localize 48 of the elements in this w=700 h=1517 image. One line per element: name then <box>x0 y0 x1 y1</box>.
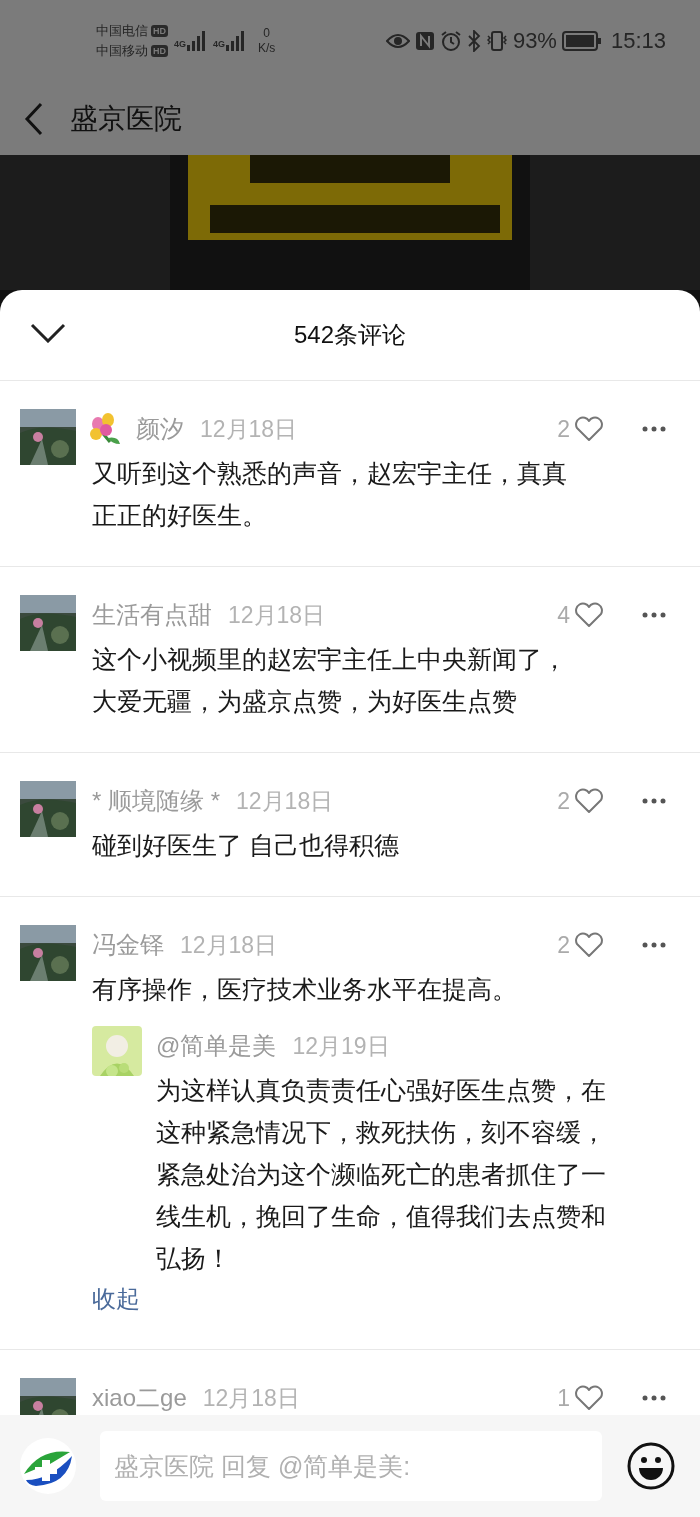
user-name[interactable]: @简单是美 <box>156 1030 277 1062</box>
signal-icon <box>187 31 207 51</box>
comment-date: 12月18日 <box>236 786 334 816</box>
clock-time: 15:13 <box>610 28 666 54</box>
eye-icon <box>385 33 410 49</box>
battery-percent: 93% <box>512 28 557 54</box>
comments-count-title: 542条评论 <box>293 320 406 350</box>
hd-badge: HD <box>151 45 168 57</box>
comment-text: 碰到好医生了 自己也得积德 <box>92 830 400 861</box>
more-button[interactable] <box>642 798 666 804</box>
hd-badge: HD <box>151 25 168 37</box>
speed-unit: K/s <box>258 41 276 56</box>
carrier-name: 中国电信 <box>96 22 148 40</box>
back-button[interactable] <box>24 101 44 136</box>
carrier-name: 中国移动 <box>96 42 148 60</box>
nfc-icon <box>414 31 435 51</box>
user-name[interactable]: 冯金铎 <box>92 929 164 961</box>
comment-text: 有序操作，医疗技术业务水平在提高。 <box>92 974 518 1005</box>
reply-input-field[interactable]: 盛京医院 回复 @简单是美: <box>100 1431 602 1501</box>
user-name[interactable]: xiao二ge <box>92 1382 187 1414</box>
more-button[interactable] <box>642 426 666 432</box>
comment-date: 12月18日 <box>228 600 326 630</box>
comment-date: 12月18日 <box>200 414 298 444</box>
network-type: 4G <box>174 39 186 49</box>
user-name[interactable]: 生活有点甜 <box>92 599 212 631</box>
battery-icon <box>561 31 602 51</box>
alarm-icon <box>439 30 462 52</box>
more-button[interactable] <box>642 612 666 618</box>
comment-text: 为这样认真负责责任心强好医生点赞，在这种紧急情况下，救死扶伤，刻不容缓，紧急处治为这个濒临死亡的患者抓住了一线生机，挽回了生命，值得我们去点赞和弘扬！ <box>156 1075 607 1274</box>
emoji-button[interactable] <box>626 1441 676 1491</box>
vibrate-icon <box>485 30 508 52</box>
signal-icon <box>226 31 247 51</box>
user-name[interactable]: * 顺境随缘 * <box>92 785 220 817</box>
comment-date: 12月18日 <box>180 930 278 960</box>
page-title: 盛京医院 <box>70 101 182 136</box>
collapse-sheet-button[interactable] <box>30 323 66 343</box>
collapse-link[interactable]: 收起 <box>92 1279 140 1319</box>
comment-text: 这个小视频里的赵宏宇主任上中央新闻了，大爱无疆，为盛京点赞，为好医生点赞 <box>92 644 568 717</box>
comment-date: 12月19日 <box>292 1031 390 1061</box>
speed-value: 0 <box>263 26 271 41</box>
bluetooth-icon <box>466 30 481 52</box>
comment-date: 12月18日 <box>202 1383 300 1413</box>
comment-text: 又听到这个熟悉的声音，赵宏宇主任，真真正正的好医生。 <box>92 458 568 531</box>
network-type: 4G <box>213 39 226 49</box>
more-button[interactable] <box>642 1395 666 1401</box>
more-button[interactable] <box>642 942 666 948</box>
user-name[interactable]: 颜汐 <box>136 413 184 445</box>
hospital-logo-icon <box>20 1438 76 1494</box>
